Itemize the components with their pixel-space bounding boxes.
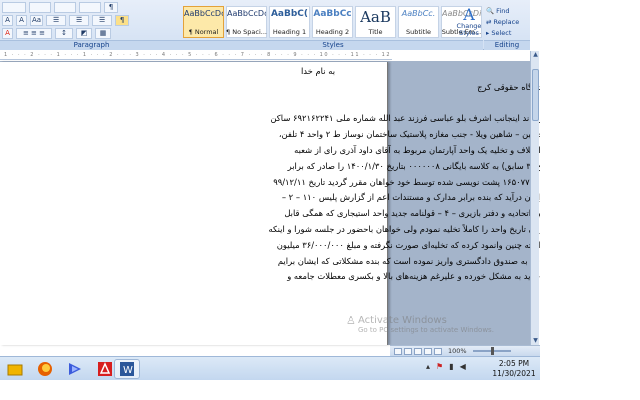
style-preview: AaBbCc xyxy=(313,9,352,19)
paragraph-list-buttons[interactable] xyxy=(29,1,51,13)
horizontal-ruler[interactable]: 1 · · · 2 · · · 1 · · · 1 · · · 2 · · · … xyxy=(0,51,392,60)
show-hidden-icon[interactable]: ▴ xyxy=(426,362,430,371)
line-spacing-button[interactable]: ↕ xyxy=(55,27,73,39)
watermark-title: Activate Windows xyxy=(358,315,447,326)
outline-icon[interactable] xyxy=(424,347,432,355)
style-preview: AaB xyxy=(360,9,391,25)
shading-button[interactable]: ◩ xyxy=(76,27,92,39)
acrobat-icon xyxy=(98,362,112,376)
style-heading-1[interactable]: AaBbC( Heading 1 xyxy=(269,6,310,38)
play-icon xyxy=(69,363,81,375)
sort-button[interactable] xyxy=(79,1,101,13)
grow-font-button[interactable]: A xyxy=(2,14,13,26)
style-name: Heading 2 xyxy=(315,28,350,36)
svg-text:W: W xyxy=(123,365,133,376)
web-layout-icon[interactable] xyxy=(414,347,422,355)
multilevel-button[interactable]: ☰ xyxy=(92,14,113,26)
style-preview: AaBbCcDc xyxy=(184,9,223,18)
indent-buttons[interactable] xyxy=(54,1,76,13)
style-normal[interactable]: AaBbCcDc ¶ Normal xyxy=(183,6,224,38)
zoom-slider-knob[interactable] xyxy=(490,347,494,355)
style-name: Subtitle xyxy=(405,28,432,36)
folder-icon xyxy=(7,364,23,376)
print-layout-icon[interactable] xyxy=(394,347,402,355)
font-color-button[interactable]: A xyxy=(2,27,13,39)
find-button[interactable]: 🔍 Find xyxy=(486,6,530,17)
editing-group: 🔍 Find ⇄ Replace ▸ Select xyxy=(486,6,530,39)
taskbar-media-player[interactable] xyxy=(62,359,88,379)
find-label: Find xyxy=(496,7,510,15)
select-label: Select xyxy=(491,29,512,37)
ribbon-middle-row: A A Aa ☰ ☰ ☰ ¶ xyxy=(2,14,130,26)
draft-icon[interactable] xyxy=(434,347,442,355)
select-icon: ▸ xyxy=(486,29,490,37)
style-no-spacing[interactable]: AaBbCcDc ¶ No Spaci... xyxy=(226,6,267,38)
find-icon: 🔍 xyxy=(486,7,495,15)
scroll-thumb[interactable] xyxy=(532,69,539,121)
ribbon: ¶ A A Aa ☰ ☰ ☰ ¶ A ≡ ≡ ≡ ↕ ◩ ▦ Paragraph… xyxy=(0,0,530,50)
styles-gallery: AaBbCcDc ¶ Normal AaBbCcDc ¶ No Spaci...… xyxy=(183,6,482,38)
taskbar-explorer[interactable] xyxy=(2,359,28,379)
change-styles-label: Change Styles xyxy=(456,22,482,37)
style-name: Heading 1 xyxy=(272,28,307,36)
font-size-dropdown[interactable] xyxy=(2,1,26,13)
select-button[interactable]: ▸ Select xyxy=(486,28,530,39)
right-blank-area xyxy=(540,0,640,400)
replace-label: Replace xyxy=(493,18,520,26)
clock-date: 11/30/2021 xyxy=(492,369,536,378)
replace-icon: ⇄ xyxy=(486,18,492,26)
style-name: ¶ Normal xyxy=(188,28,219,36)
rtl-button[interactable]: ¶ xyxy=(115,14,130,26)
scroll-down-arrow[interactable]: ▼ xyxy=(531,337,540,345)
ribbon-bottom-row: A ≡ ≡ ≡ ↕ ◩ ▦ xyxy=(2,27,111,39)
change-styles-button[interactable]: A Change Styles xyxy=(456,6,482,40)
vertical-scrollbar[interactable]: ▲ ▼ xyxy=(530,51,539,345)
status-bar: 100% xyxy=(390,345,540,356)
flag-icon[interactable]: ⚑ xyxy=(436,362,443,371)
shrink-font-button[interactable]: A xyxy=(16,14,27,26)
zoom-slider[interactable] xyxy=(472,347,511,355)
paragraph-group-label: Paragraph xyxy=(0,40,183,50)
replace-button[interactable]: ⇄ Replace xyxy=(486,17,530,28)
word-icon: W xyxy=(120,362,134,376)
style-heading-2[interactable]: AaBbCc Heading 2 xyxy=(312,6,353,38)
zoom-level[interactable]: 100% xyxy=(448,347,467,355)
style-preview: AaBbCcDc xyxy=(227,9,266,18)
watermark-subtitle: Go to PC settings to activate Windows. xyxy=(358,326,494,334)
bottom-blank-area xyxy=(0,380,640,400)
align-buttons[interactable]: ≡ ≡ ≡ xyxy=(16,27,52,39)
style-name: Title xyxy=(368,28,383,36)
activate-windows-watermark: Activate Windows Go to PC settings to ac… xyxy=(358,315,494,334)
borders-button[interactable]: ▦ xyxy=(95,27,111,39)
style-preview: AaBbCc. xyxy=(401,9,436,18)
firefox-icon xyxy=(38,362,52,376)
styles-group-label: Styles xyxy=(183,40,483,50)
taskbar-word[interactable]: W xyxy=(114,359,140,379)
volume-icon[interactable]: ◀ xyxy=(460,362,466,371)
taskbar-firefox[interactable] xyxy=(32,359,58,379)
style-subtitle[interactable]: AaBbCc. Subtitle xyxy=(398,6,439,38)
clear-format-button[interactable]: Aa xyxy=(30,14,44,26)
style-title[interactable]: AaB Title xyxy=(355,6,396,38)
clock-time: 2:05 PM xyxy=(498,359,530,368)
system-tray: ▴ ⚑ ▮ ◀ xyxy=(426,362,466,371)
change-styles-icon: A xyxy=(463,5,475,24)
scroll-up-arrow[interactable]: ▲ xyxy=(531,51,540,59)
ribbon-top-row: ¶ xyxy=(2,1,118,13)
bullets-button[interactable]: ☰ xyxy=(46,14,67,26)
taskbar: W ▴ ⚑ ▮ ◀ 2:05 PM 11/30/2021 xyxy=(0,356,540,380)
show-marks-button[interactable]: ¶ xyxy=(104,1,118,13)
full-screen-icon[interactable] xyxy=(404,347,412,355)
person-icon: ♙ xyxy=(346,314,356,327)
clock[interactable]: 2:05 PM 11/30/2021 xyxy=(490,359,538,379)
editing-group-label: Editing xyxy=(484,40,530,50)
network-icon[interactable]: ▮ xyxy=(449,362,453,371)
style-preview: AaBbC( xyxy=(270,9,309,19)
style-name: ¶ No Spaci... xyxy=(226,28,267,36)
numbering-button[interactable]: ☰ xyxy=(69,14,90,26)
